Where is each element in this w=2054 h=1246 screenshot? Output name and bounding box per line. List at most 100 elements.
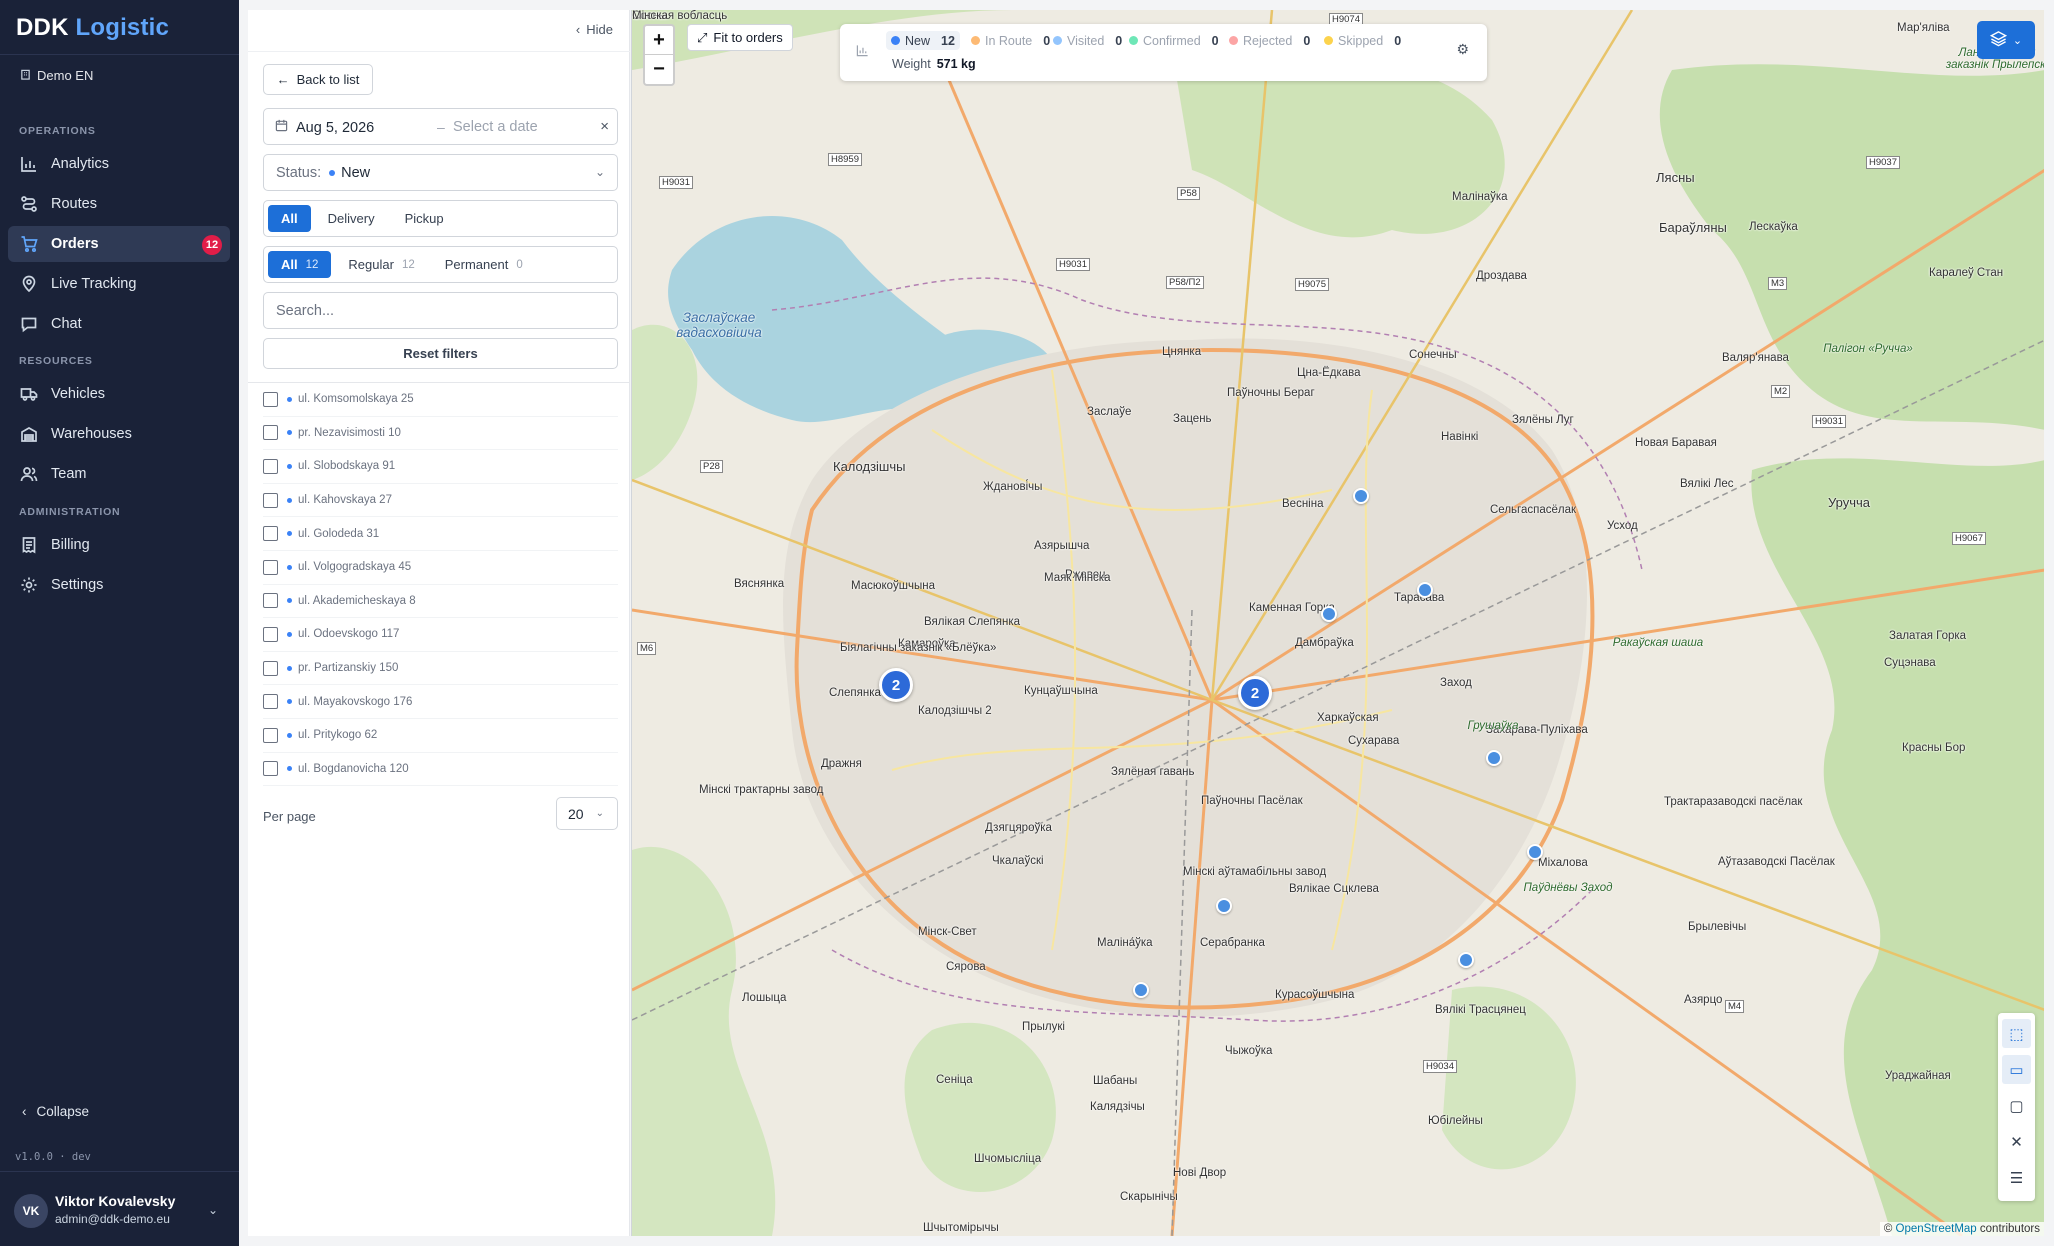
- order-marker[interactable]: [1458, 952, 1474, 968]
- date-start-field[interactable]: Aug 5, 2026: [275, 119, 374, 136]
- row-checkbox[interactable]: [263, 458, 278, 474]
- map-place-label: Чыжоўка: [1225, 1045, 1273, 1057]
- list-item[interactable]: pr. Nezavisimosti 10: [263, 417, 618, 451]
- avatar[interactable]: VK: [14, 1194, 48, 1228]
- billing-icon: [22, 537, 36, 554]
- team-icon: [20, 467, 38, 482]
- sidebar-item-routes[interactable]: Routes: [8, 186, 230, 222]
- status-select[interactable]: Status: New ⌄: [263, 154, 618, 191]
- hide-panel-button[interactable]: ‹ Hide: [576, 22, 613, 37]
- row-checkbox[interactable]: [263, 660, 278, 676]
- order-marker[interactable]: [1353, 488, 1369, 504]
- order-cluster[interactable]: 2: [879, 668, 913, 702]
- zoom-out-button[interactable]: −: [645, 55, 673, 84]
- sidebar: DDK Logistic Demo EN OPERATIONS Analytic…: [0, 0, 239, 1246]
- list-item[interactable]: ul. Pritykogo 62: [263, 719, 618, 753]
- search-input[interactable]: [263, 292, 618, 329]
- list-item[interactable]: ul. Kahovskaya 27: [263, 484, 618, 518]
- list-icon[interactable]: ☰: [2002, 1163, 2031, 1192]
- map-layers-button[interactable]: ⌄: [1977, 21, 2035, 59]
- layers-icon: [1989, 30, 2007, 50]
- date-end-field[interactable]: Select a date: [453, 119, 538, 135]
- list-item[interactable]: ul. Mayakovskogo 176: [263, 685, 618, 719]
- reset-filters-button[interactable]: Reset filters: [263, 338, 618, 369]
- map-place-label: Скарынічы: [1120, 1191, 1178, 1203]
- order-marker[interactable]: [1216, 898, 1232, 914]
- row-checkbox[interactable]: [263, 761, 278, 777]
- tab-type-delivery[interactable]: Delivery: [315, 205, 388, 232]
- sidebar-item-chat[interactable]: Chat: [8, 306, 230, 342]
- order-marker[interactable]: [1133, 982, 1149, 998]
- list-item[interactable]: ul. Odoevskogo 117: [263, 618, 618, 652]
- row-checkbox[interactable]: [263, 425, 278, 441]
- lasso-select-icon[interactable]: ⬚: [2002, 1019, 2031, 1048]
- row-checkbox[interactable]: [263, 559, 278, 575]
- list-item[interactable]: ul. Komsomolskaya 25: [263, 383, 618, 417]
- map-place-label: Калядзічы: [1090, 1101, 1145, 1113]
- order-marker[interactable]: [1527, 844, 1543, 860]
- list-item[interactable]: pr. Partizanskiy 150: [263, 652, 618, 686]
- map-place-label: Вяснянка: [734, 578, 785, 590]
- comment-icon[interactable]: ▢: [2002, 1091, 2031, 1120]
- list-item[interactable]: ul. Golodeda 31: [263, 517, 618, 551]
- list-item[interactable]: ul. Akademicheskaya 8: [263, 585, 618, 619]
- row-checkbox[interactable]: [263, 626, 278, 642]
- date-range-picker[interactable]: Aug 5, 2026 – Select a date ×: [263, 108, 618, 145]
- openstreetmap-link[interactable]: OpenStreetMap: [1896, 1223, 1977, 1235]
- sidebar-item-settings[interactable]: Settings: [8, 567, 230, 603]
- order-cluster[interactable]: 2: [1238, 676, 1272, 710]
- per-page-select[interactable]: 20 ⌄: [556, 797, 618, 830]
- fit-to-orders-button[interactable]: ⤢ Fit to orders: [687, 24, 793, 51]
- sidebar-item-vehicles[interactable]: Vehicles: [8, 376, 230, 412]
- status-chip-confirmed[interactable]: Confirmed 0: [1129, 31, 1219, 50]
- list-item[interactable]: ul. Bogdanovicha 120: [263, 753, 618, 787]
- bar-chart-icon[interactable]: [856, 44, 869, 60]
- status-chip-label: Confirmed: [1143, 33, 1201, 48]
- status-chip-label: Visited: [1067, 33, 1105, 48]
- sidebar-item-billing[interactable]: Billing: [8, 527, 230, 563]
- sidebar-item-orders[interactable]: Orders 12: [8, 226, 230, 262]
- map-place-label: Міхалова: [1538, 857, 1588, 869]
- row-checkbox[interactable]: [263, 593, 278, 609]
- order-marker[interactable]: [1417, 582, 1433, 598]
- map-place-label: Азярышча: [1034, 540, 1090, 552]
- status-chip-visited[interactable]: Visited 0: [1053, 31, 1122, 50]
- tab-kind-all[interactable]: All 12: [268, 251, 332, 278]
- sidebar-item-warehouses[interactable]: Warehouses: [8, 416, 230, 452]
- gear-icon[interactable]: ⚙: [1456, 41, 1469, 58]
- map-place-label: Мінск-Свет: [918, 926, 977, 938]
- order-marker[interactable]: [1486, 750, 1502, 766]
- rectangle-select-icon[interactable]: ▭: [2002, 1055, 2031, 1084]
- orders-map[interactable]: Мар'яліваЛандшафтны заказнік ПрылепскіЛя…: [631, 10, 2044, 1236]
- collapse-sidebar-button[interactable]: ‹ Collapse: [22, 1104, 89, 1119]
- list-item[interactable]: ul. Volgogradskaya 45: [263, 551, 618, 585]
- list-item[interactable]: ul. Slobodskaya 91: [263, 450, 618, 484]
- organization-switcher[interactable]: Demo EN: [20, 68, 93, 83]
- status-chip-skipped[interactable]: Skipped 0: [1324, 31, 1401, 50]
- map-place-label: Суцэнава: [1884, 657, 1936, 669]
- sidebar-item-live-tracking[interactable]: Live Tracking: [8, 266, 230, 302]
- tab-kind-regular[interactable]: Regular 12: [335, 251, 427, 278]
- status-chip-rejected[interactable]: Rejected 0: [1229, 31, 1310, 50]
- row-checkbox[interactable]: [263, 526, 278, 542]
- order-marker[interactable]: [1321, 606, 1337, 622]
- zoom-in-button[interactable]: +: [645, 26, 673, 55]
- back-to-list-button[interactable]: ← Back to list: [263, 64, 373, 95]
- status-chip-in-route[interactable]: In Route 0: [971, 31, 1050, 50]
- app-logo[interactable]: DDK Logistic: [16, 14, 169, 42]
- row-checkbox[interactable]: [263, 492, 278, 508]
- row-checkbox[interactable]: [263, 727, 278, 743]
- status-chip-new[interactable]: New 12: [886, 31, 960, 50]
- road-number-h9037: H9037: [1866, 156, 1900, 169]
- zoom-control: + −: [643, 24, 675, 86]
- sidebar-item-team[interactable]: Team: [8, 456, 230, 492]
- sidebar-item-analytics[interactable]: Analytics: [8, 146, 230, 182]
- tab-kind-permanent[interactable]: Permanent 0: [432, 251, 536, 278]
- clear-date-icon[interactable]: ×: [600, 118, 609, 135]
- row-checkbox[interactable]: [263, 694, 278, 710]
- tab-type-pickup[interactable]: Pickup: [392, 205, 457, 232]
- row-checkbox[interactable]: [263, 391, 278, 407]
- close-icon[interactable]: ✕: [2002, 1127, 2031, 1156]
- user-menu-chevron-icon[interactable]: ⌄: [208, 1203, 218, 1217]
- tab-type-all[interactable]: All: [268, 205, 311, 232]
